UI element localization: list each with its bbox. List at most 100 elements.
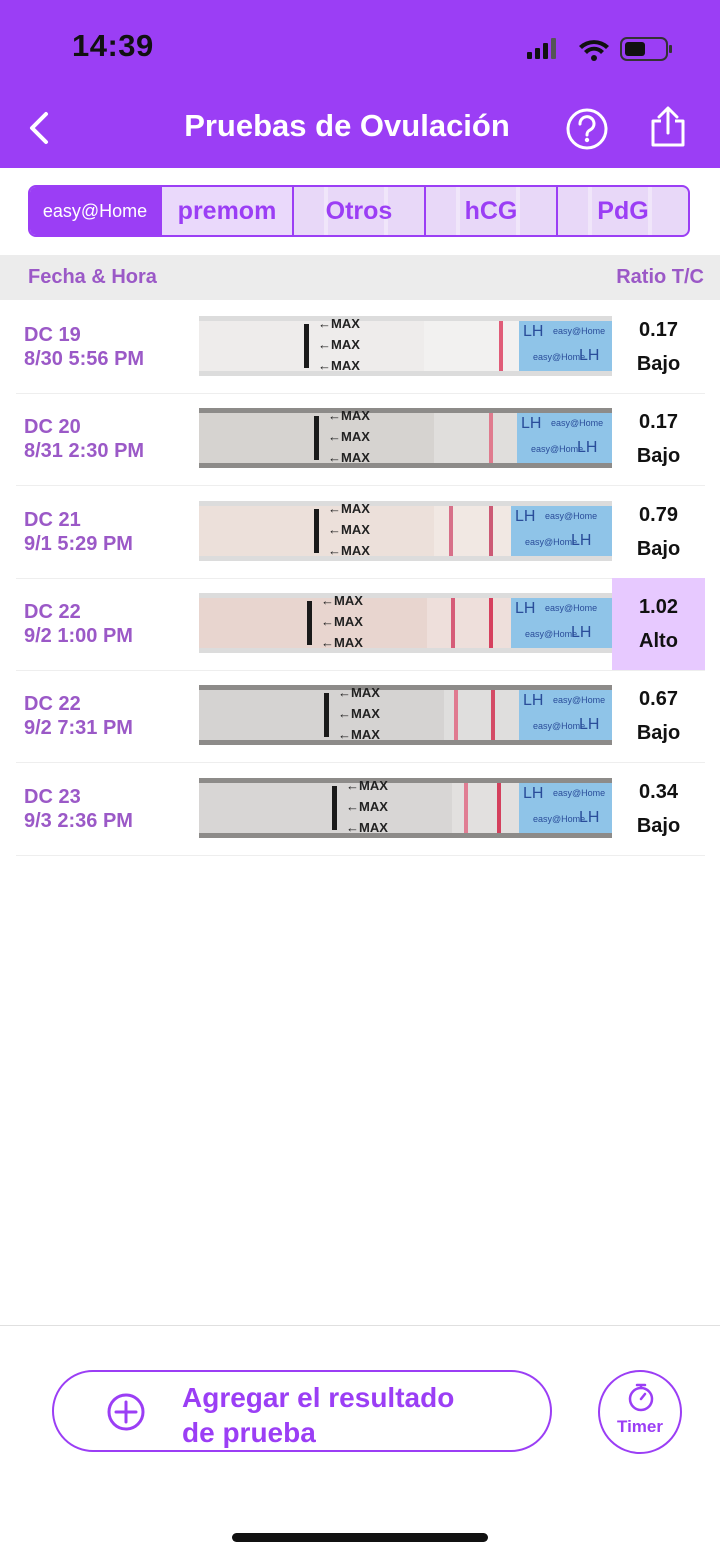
svg-text:easy@Home: easy@Home xyxy=(553,695,605,705)
cycle-day: DC 22 xyxy=(24,600,81,623)
cycle-day: DC 21 xyxy=(24,508,81,531)
test-strip-image: ←MAX←MAX←MAXLHLHeasy@Homeeasy@Home xyxy=(199,777,612,838)
svg-text:←MAX: ←MAX xyxy=(321,593,363,608)
test-row[interactable]: DC 19 8/30 5:56 PM ←MAX ←MAX ←MAX LH LH easy@Ho… xyxy=(16,301,705,394)
ratio-cell: 0.34 Bajo xyxy=(612,763,705,855)
svg-text:LH: LH xyxy=(523,323,543,340)
add-test-result-button[interactable]: Agregar el resultado de prueba xyxy=(52,1370,552,1452)
ratio-cell: 0.17 Bajo xyxy=(612,301,705,393)
svg-text:←MAX: ←MAX xyxy=(321,635,363,650)
row-date: DC 21 9/1 5:29 PM xyxy=(24,508,133,556)
ratio-level: Bajo xyxy=(636,353,681,375)
status-time: 14:39 xyxy=(72,28,154,63)
svg-text:LH: LH xyxy=(515,508,535,525)
svg-text:←MAX: ←MAX xyxy=(318,358,360,373)
svg-text:easy@Home: easy@Home xyxy=(553,326,605,336)
svg-text:←MAX: ←MAX xyxy=(338,706,380,721)
tab-otros[interactable]: Otros xyxy=(294,187,426,235)
tab-hcg[interactable]: hCG xyxy=(426,187,558,235)
signal-icon xyxy=(527,38,556,59)
ratio-column-label: Ratio T/C xyxy=(616,266,704,288)
test-datetime: 9/2 1:00 PM xyxy=(24,624,133,647)
ratio-cell: 0.67 Bajo xyxy=(612,670,705,762)
add-label-line2: de prueba xyxy=(182,1417,316,1448)
test-row[interactable]: DC 22 9/2 7:31 PM ←MAX ←MAX ←MAX LH LH easy@Hom… xyxy=(16,670,705,764)
svg-text:easy@Home: easy@Home xyxy=(525,537,577,547)
svg-text:easy@Home: easy@Home xyxy=(553,788,605,798)
cycle-day: DC 23 xyxy=(24,785,81,808)
ratio-value: 1.02 xyxy=(639,595,678,618)
test-datetime: 9/3 2:36 PM xyxy=(24,809,133,832)
app-header: 14:39 Pruebas de Ovulación xyxy=(0,0,720,168)
svg-text:←MAX: ←MAX xyxy=(318,337,360,352)
home-indicator xyxy=(232,1533,488,1542)
premom-logo: premom xyxy=(177,196,277,225)
help-icon[interactable] xyxy=(565,107,609,151)
ratio-level: Bajo xyxy=(636,722,681,745)
ratio-level: Bajo xyxy=(636,814,681,837)
add-button-label: Agregar el resultado de prueba xyxy=(182,1380,454,1450)
test-row[interactable]: DC 20 8/31 2:30 PM ←MAX ←MAX ←MAX LH LH easy@Ho… xyxy=(16,393,705,487)
plus-circle-icon xyxy=(107,1393,145,1431)
svg-text:←MAX: ←MAX xyxy=(346,799,388,814)
ratio-value: 0.17 xyxy=(639,319,678,341)
ratio-value: 0.67 xyxy=(639,688,678,711)
svg-text:easy@Home: easy@Home xyxy=(533,352,585,362)
svg-text:←MAX: ←MAX xyxy=(338,727,380,742)
wifi-icon xyxy=(579,40,609,61)
svg-text:←MAX: ←MAX xyxy=(321,614,363,629)
test-row[interactable]: DC 22 9/2 1:00 PM ←MAX ←MAX ←MAX LH LH easy@Hom… xyxy=(16,577,705,671)
test-row[interactable]: DC 23 9/3 2:36 PM ←MAX ←MAX ←MAX LH LH easy@Hom… xyxy=(16,763,705,856)
stopwatch-icon xyxy=(628,1383,654,1412)
ratio-level: Bajo xyxy=(636,445,681,468)
test-strip-image: ←MAX←MAX←MAXLHLHeasy@Homeeasy@Home xyxy=(199,500,612,561)
test-datetime: 9/1 5:29 PM xyxy=(24,532,133,555)
test-datetime: 8/31 2:30 PM xyxy=(24,440,145,463)
svg-text:LH: LH xyxy=(515,600,535,617)
svg-text:easy@Home: easy@Home xyxy=(533,721,585,731)
svg-text:←MAX: ←MAX xyxy=(328,522,370,537)
svg-text:←MAX: ←MAX xyxy=(346,820,388,835)
svg-text:←MAX: ←MAX xyxy=(328,408,370,423)
ratio-value: 0.17 xyxy=(639,411,678,434)
ratio-value: 0.34 xyxy=(639,780,678,803)
svg-text:easy@Home: easy@Home xyxy=(545,511,597,521)
ratio-cell: 0.17 Bajo xyxy=(612,393,705,485)
timer-button[interactable]: Timer xyxy=(598,1370,682,1454)
svg-text:easy@Home: easy@Home xyxy=(525,629,577,639)
test-datetime: 8/30 5:56 PM xyxy=(24,348,145,370)
footer-divider xyxy=(0,1325,720,1326)
test-datetime: 9/2 7:31 PM xyxy=(24,717,133,740)
test-strip-image: ←MAX←MAX←MAXLHLHeasy@Homeeasy@Home xyxy=(199,592,612,653)
svg-text:←MAX: ←MAX xyxy=(346,778,388,793)
svg-text:←MAX: ←MAX xyxy=(328,543,370,558)
tab-premom[interactable]: premom xyxy=(162,187,294,235)
svg-text:easy@Home: easy@Home xyxy=(545,603,597,613)
row-date: DC 22 9/2 7:31 PM xyxy=(24,692,133,740)
status-icons xyxy=(527,37,672,61)
row-date: DC 19 8/30 5:56 PM xyxy=(24,323,144,371)
svg-text:easy@Home: easy@Home xyxy=(551,418,603,428)
svg-text:←MAX: ←MAX xyxy=(338,685,380,700)
easy-home-logo: easy@Home xyxy=(42,200,148,221)
row-date: DC 22 9/2 1:00 PM xyxy=(24,600,133,648)
tab-label: PdG xyxy=(597,196,649,225)
tab-label: Otros xyxy=(325,196,393,225)
row-date: DC 20 8/31 2:30 PM xyxy=(24,415,144,463)
test-row[interactable]: DC 21 9/1 5:29 PM ←MAX ←MAX ←MAX LH LH easy@Hom… xyxy=(16,486,705,579)
column-header: Fecha & Hora Ratio T/C xyxy=(0,255,720,300)
test-strip-image: ←MAX←MAX←MAXLHLHeasy@Homeeasy@Home xyxy=(199,408,612,469)
tab-easy-at-home[interactable]: easy@Home xyxy=(30,187,162,235)
svg-text:←MAX: ←MAX xyxy=(328,501,370,516)
share-icon[interactable] xyxy=(647,105,689,149)
date-column-label: Fecha & Hora xyxy=(28,266,157,288)
tab-pdg[interactable]: PdG xyxy=(558,187,688,235)
ratio-value: 0.79 xyxy=(639,503,678,526)
svg-text:LH: LH xyxy=(521,415,541,432)
cycle-day: DC 19 xyxy=(24,324,81,346)
battery-icon xyxy=(620,37,672,61)
svg-text:LH: LH xyxy=(523,692,543,709)
cycle-day: DC 20 xyxy=(24,416,81,439)
ratio-level: Alto xyxy=(639,629,678,652)
svg-text:←MAX: ←MAX xyxy=(328,429,370,444)
